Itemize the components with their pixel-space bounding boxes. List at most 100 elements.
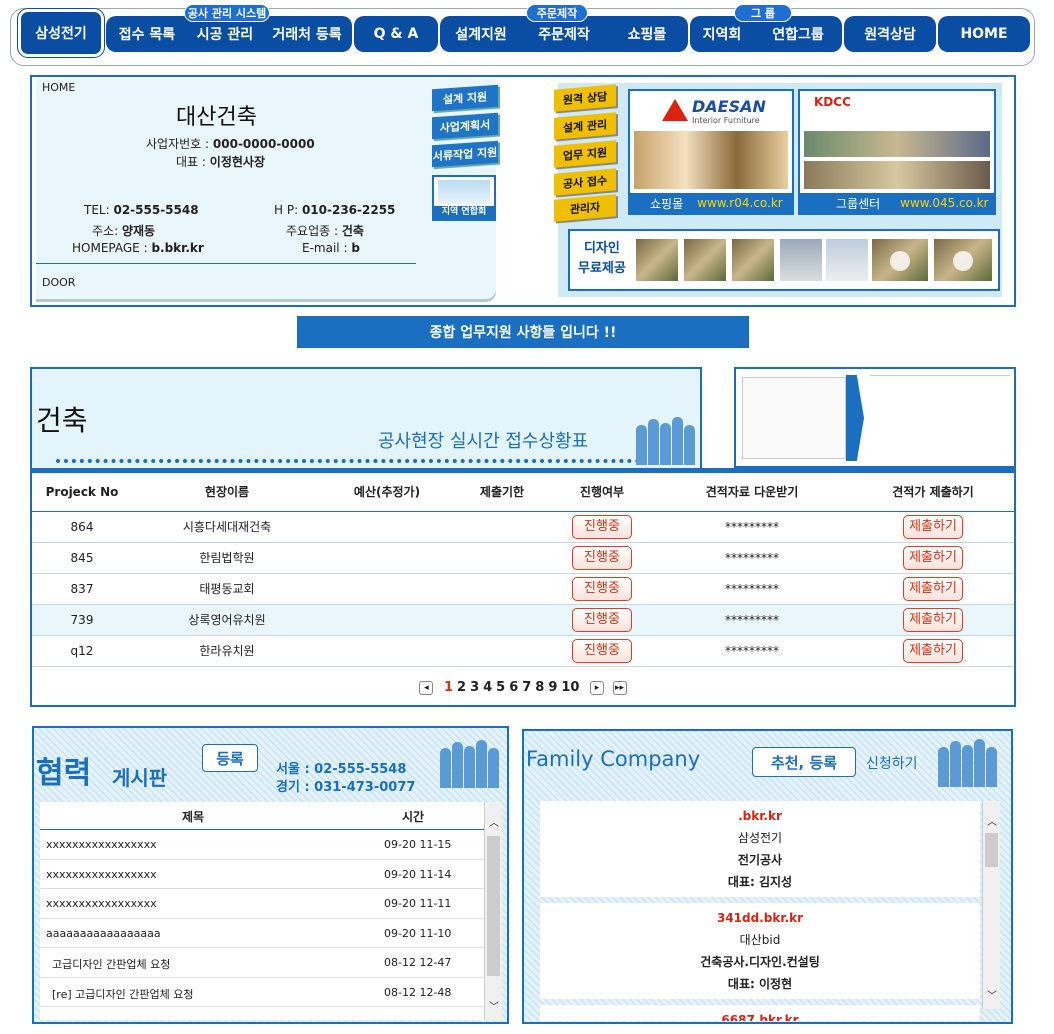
design-video-1[interactable] bbox=[872, 239, 928, 281]
home-link[interactable]: HOME bbox=[42, 81, 75, 94]
header-budget: 예산(추정가) bbox=[322, 473, 452, 512]
board-scrollbar[interactable]: ︿ ﹀ bbox=[484, 802, 502, 1020]
board-row-title[interactable]: xxxxxxxxxxxxxxxxx bbox=[46, 838, 157, 851]
design-line-1: 디자인 bbox=[583, 241, 620, 256]
page-link[interactable]: 10 bbox=[561, 680, 579, 695]
family-domain[interactable]: .bkr.kr bbox=[540, 805, 980, 827]
admin-button[interactable]: 관리자 bbox=[554, 194, 616, 222]
nav-remote-consult[interactable]: 원격상담 bbox=[844, 16, 936, 52]
site-name-cell: 태평동교회 bbox=[132, 573, 322, 605]
download-cell[interactable]: ********* bbox=[652, 604, 852, 636]
nav-union-group[interactable]: 연합그룹 bbox=[754, 16, 842, 52]
nav-shopping-mall[interactable]: 쇼핑몰 bbox=[606, 16, 688, 52]
scroll-thumb[interactable] bbox=[487, 836, 500, 976]
arrow-icon bbox=[846, 375, 864, 461]
board-row[interactable]: xxxxxxxxxxxxxxxxx 09-20 11-11 bbox=[40, 889, 484, 919]
submit-button[interactable]: 제출하기 bbox=[903, 638, 963, 663]
download-cell[interactable]: ********* bbox=[652, 635, 852, 667]
nav-qa[interactable]: Q & A bbox=[354, 16, 438, 52]
nav-region[interactable]: 지역회 bbox=[690, 16, 754, 52]
work-support-button[interactable]: 업무 지원 bbox=[554, 140, 616, 168]
status-button[interactable]: 진행중 bbox=[572, 514, 632, 539]
board-register-button[interactable]: 등록 bbox=[202, 744, 258, 772]
construction-receipt-button[interactable]: 공사 접수 bbox=[554, 168, 616, 196]
download-cell[interactable]: ********* bbox=[652, 542, 852, 574]
page-link[interactable]: 7 bbox=[522, 680, 531, 695]
board-row-title[interactable]: xxxxxxxxxxxxxxxxx bbox=[46, 868, 157, 881]
scroll-down-icon[interactable]: ﹀ bbox=[489, 998, 499, 1013]
design-manage-button[interactable]: 설계 관리 bbox=[554, 112, 616, 140]
door-link[interactable]: DOOR bbox=[42, 276, 75, 289]
design-free-banner[interactable]: 디자인 무료제공 bbox=[568, 229, 1000, 291]
page-link[interactable]: 3 bbox=[470, 680, 479, 695]
submit-button[interactable]: 제출하기 bbox=[903, 545, 963, 570]
family-entry[interactable]: 341dd.bkr.kr 대산bid 건축공사.디자인.컨설팅 대표: 이정현 bbox=[540, 903, 980, 999]
page-link[interactable]: 2 bbox=[457, 680, 466, 695]
board-row[interactable]: xxxxxxxxxxxxxxxxx 09-20 11-14 bbox=[40, 860, 484, 889]
nav-construction-manage[interactable]: 시공 관리 bbox=[188, 16, 262, 52]
status-cell: 진행중 bbox=[552, 542, 652, 574]
nav-samsung[interactable]: 삼성전기 bbox=[18, 9, 104, 57]
scroll-down-icon[interactable]: ﹀ bbox=[987, 987, 997, 1002]
family-entry[interactable]: .bkr.kr 삼성전기 전기공사 대표: 김지성 bbox=[540, 801, 980, 897]
submit-button[interactable]: 제출하기 bbox=[903, 514, 963, 539]
page-link[interactable]: 1 bbox=[444, 680, 453, 695]
group-url[interactable]: www.045.co.kr bbox=[900, 196, 988, 210]
shop-url[interactable]: www.r04.co.kr bbox=[697, 196, 783, 210]
download-cell[interactable]: ********* bbox=[652, 573, 852, 605]
scroll-up-icon[interactable]: ︿ bbox=[987, 813, 997, 828]
board-title-1: 협력 bbox=[36, 756, 92, 791]
group-center-banner[interactable]: KDCC 그룹센터 www.045.co.kr bbox=[798, 89, 996, 215]
board-row-title[interactable]: aaaaaaaaaaaaaaaaa bbox=[46, 927, 161, 940]
family-rep: 대표: 김지성 bbox=[727, 875, 793, 889]
next-page-icon[interactable]: ▸ bbox=[590, 680, 605, 695]
homepage-value[interactable]: b.bkr.kr bbox=[151, 241, 203, 255]
page-link[interactable]: 5 bbox=[496, 680, 505, 695]
last-page-icon[interactable]: ▸▸ bbox=[612, 680, 627, 695]
region-union-button[interactable]: 지역 연합회 bbox=[432, 175, 496, 221]
status-button[interactable]: 진행중 bbox=[572, 545, 632, 570]
board-row[interactable]: xxxxxxxxxxxxxxxxx 09-20 11-15 bbox=[40, 830, 484, 860]
page-link[interactable]: 9 bbox=[548, 680, 557, 695]
page-link[interactable]: 6 bbox=[509, 680, 518, 695]
rep-row: 대표 : 이정현사장 bbox=[176, 153, 265, 170]
remote-consult-button[interactable]: 원격 상담 bbox=[554, 84, 616, 112]
board-row[interactable]: aaaaaaaaaaaaaaaaa 09-20 11-10 bbox=[40, 919, 484, 948]
nav-custom-order[interactable]: 주문제작 bbox=[522, 16, 606, 52]
board-row-title[interactable]: xxxxxxxxxxxxxxxxx bbox=[46, 897, 157, 910]
email-row: E-mail : b bbox=[302, 241, 360, 255]
scroll-up-icon[interactable]: ︿ bbox=[489, 814, 499, 829]
nav-client-register[interactable]: 거래처 등록 bbox=[262, 16, 352, 52]
nav-receipt-list[interactable]: 접수 목록 bbox=[106, 16, 188, 52]
family-domain[interactable]: 341dd.bkr.kr bbox=[540, 907, 980, 929]
family-register-button[interactable]: 추천, 등록 bbox=[752, 747, 856, 777]
family-scrollbar[interactable]: ︿ ﹀ bbox=[982, 801, 1000, 1009]
submit-button[interactable]: 제출하기 bbox=[903, 607, 963, 632]
status-button[interactable]: 진행중 bbox=[572, 607, 632, 632]
design-support-button[interactable]: 설계 지원 bbox=[432, 84, 498, 112]
family-apply-link[interactable]: 신청하기 bbox=[866, 753, 918, 773]
project-table: Projeck No 현장이름 예산(추정가) 제출기한 진행여부 견적자료 다… bbox=[32, 473, 1014, 667]
family-entry[interactable]: 6687.bkr.kr bbox=[540, 1005, 980, 1021]
status-button[interactable]: 진행중 bbox=[572, 638, 632, 663]
document-support-button[interactable]: 서류작업 지원 bbox=[432, 140, 498, 168]
design-video-2[interactable] bbox=[934, 239, 992, 281]
board-row-title[interactable]: [re] 고급디자인 간판업체 요청 bbox=[52, 986, 193, 1002]
scroll-thumb[interactable] bbox=[985, 833, 998, 867]
shopping-mall-banner[interactable]: DAESAN Interior Furniture 쇼핑몰 www.r04.co.… bbox=[628, 89, 794, 215]
family-domain[interactable]: 6687.bkr.kr bbox=[540, 1009, 980, 1021]
form-preview-image[interactable] bbox=[734, 367, 1016, 468]
page-link[interactable]: 4 bbox=[483, 680, 492, 695]
board-row[interactable]: [re] 고급디자인 간판업체 요청 08-12 12-48 bbox=[40, 978, 484, 1007]
prev-page-icon[interactable]: ◂ bbox=[419, 680, 434, 695]
board-row[interactable]: 고급디자인 간판업체 요청 08-12 12-47 bbox=[40, 948, 484, 978]
nav-design-support[interactable]: 설계지원 bbox=[440, 16, 522, 52]
download-cell[interactable]: ********* bbox=[652, 511, 852, 543]
page-link[interactable]: 8 bbox=[535, 680, 544, 695]
nav-home[interactable]: HOME bbox=[938, 16, 1030, 52]
submit-button[interactable]: 제출하기 bbox=[903, 576, 963, 601]
email-value[interactable]: b bbox=[351, 241, 360, 255]
status-button[interactable]: 진행중 bbox=[572, 576, 632, 601]
business-plan-button[interactable]: 사업계획서 bbox=[432, 112, 498, 140]
board-row-title[interactable]: 고급디자인 간판업체 요청 bbox=[52, 956, 170, 972]
